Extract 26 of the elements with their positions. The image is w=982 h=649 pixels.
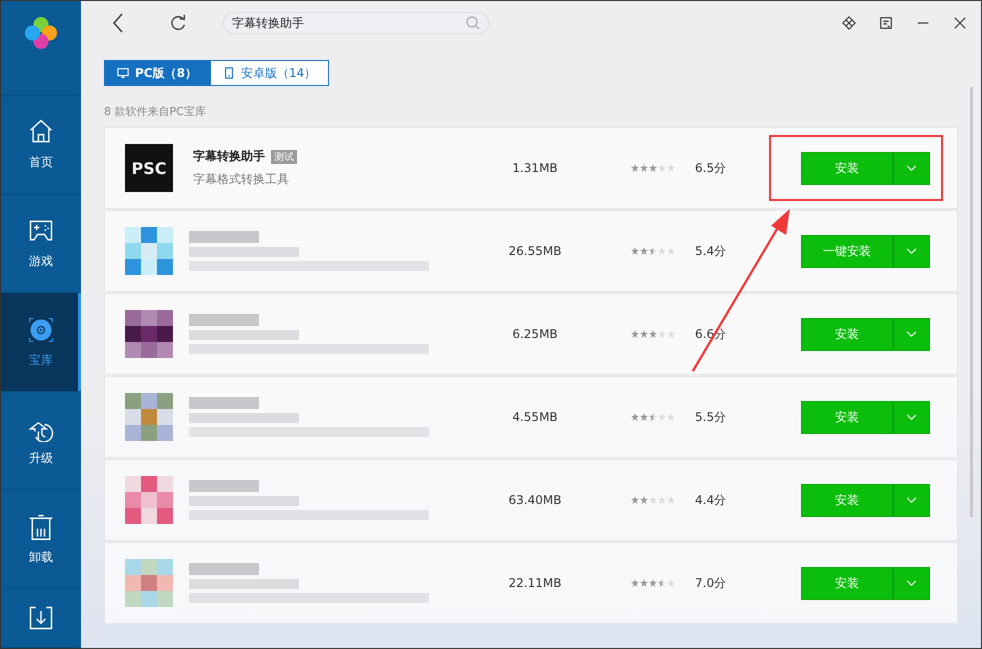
app-icon: PSC [125, 144, 173, 192]
score: 4.4分 [695, 492, 728, 508]
nav-label: 游戏 [29, 252, 53, 270]
sidebar-item[interactable]: 宝库 [1, 293, 81, 392]
search-text: 字幕转换助手 [232, 14, 305, 32]
beta-badge: 测试 [271, 150, 297, 164]
file-size: 4.55MB [511, 410, 559, 424]
file-size: 22.11MB [508, 576, 562, 590]
nav-label: 宝库 [29, 352, 53, 368]
score: 5.5分 [695, 408, 728, 426]
file-size: 1.31MB [511, 161, 559, 175]
app-name[interactable]: 字幕转换助手 [193, 148, 265, 165]
file-size: 6.25MB [511, 327, 559, 341]
result-count: 8 款软件来自PC宝库 [104, 104, 207, 119]
platform-tab[interactable]: 安卓版（14） [210, 60, 330, 86]
nav-label: 升级 [29, 450, 53, 468]
search-field[interactable]: 字幕转换助手 [223, 12, 489, 34]
nav-label: 首页 [29, 154, 53, 172]
file-size: 26.55MB [508, 244, 562, 258]
app-description: 字幕格式转换工具 [193, 171, 290, 188]
score: 5.4分 [695, 242, 728, 260]
score: 6.5分 [695, 160, 728, 176]
nav-label: 卸载 [29, 548, 53, 566]
file-size: 63.40MB [508, 493, 562, 507]
score: 7.0分 [695, 574, 728, 592]
platform-tab[interactable]: PC版（8） [104, 60, 210, 86]
